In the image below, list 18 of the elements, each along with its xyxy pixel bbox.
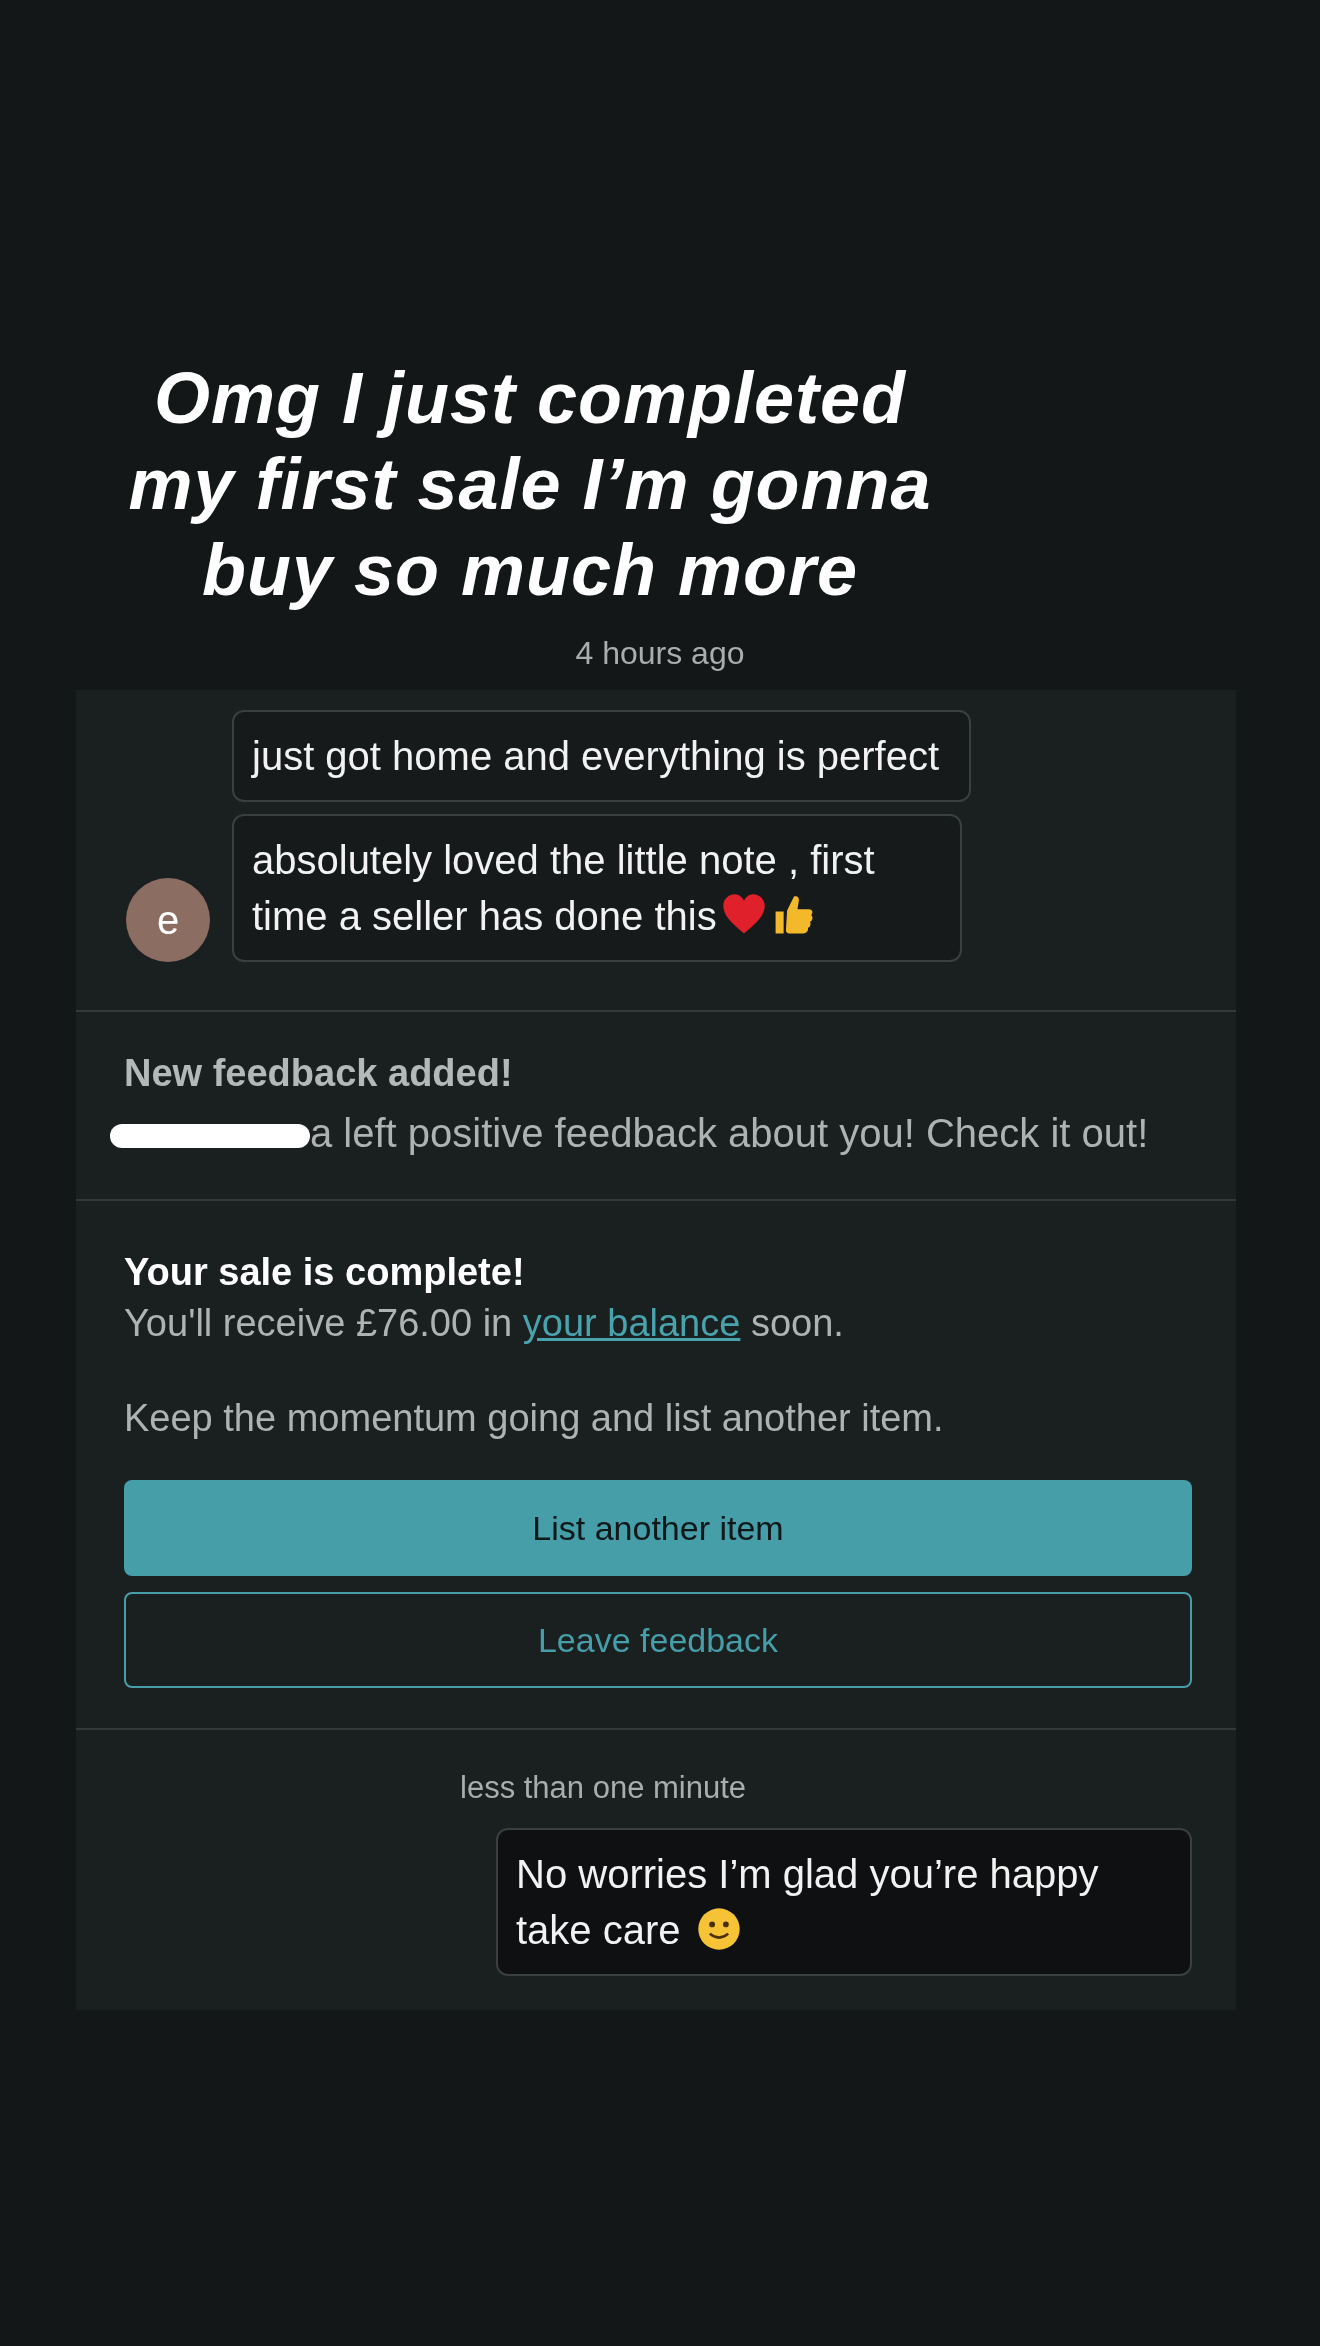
sale-title: Your sale is complete! — [124, 1251, 526, 1294]
message-bubble: just got home and everything is perfect — [232, 710, 972, 802]
avatar[interactable]: e — [126, 878, 210, 962]
notification-text: a left positive feedback about you! Check it out! — [310, 1111, 1149, 1155]
feedback-button[interactable]: Leave feedback — [124, 1592, 1192, 1688]
message-bubble: absolutely loved the little note , first time a seller has done this — [232, 814, 962, 962]
caption-text: my first sale I’m gonna — [127, 443, 933, 526]
caption-text: Omg I just completed — [152, 357, 908, 440]
caption-text: buy so much more — [200, 529, 860, 612]
balance-link[interactable]: your balance — [522, 1302, 741, 1344]
sale-message: You'll receive £76.00 in your balance soon. — [124, 1302, 845, 1345]
notification-title: New feedback added! — [124, 1052, 514, 1095]
smiley-icon — [695, 1906, 742, 1952]
sale-note: Keep the momentum going and list another item. — [124, 1397, 945, 1440]
message-bubble: No worries I’m glad you’re happy take care — [496, 1828, 1192, 1976]
list-item-button[interactable]: List another item — [124, 1480, 1192, 1576]
timestamp: 4 hours ago — [574, 635, 746, 672]
message-time: less than one minute — [460, 1770, 748, 1806]
